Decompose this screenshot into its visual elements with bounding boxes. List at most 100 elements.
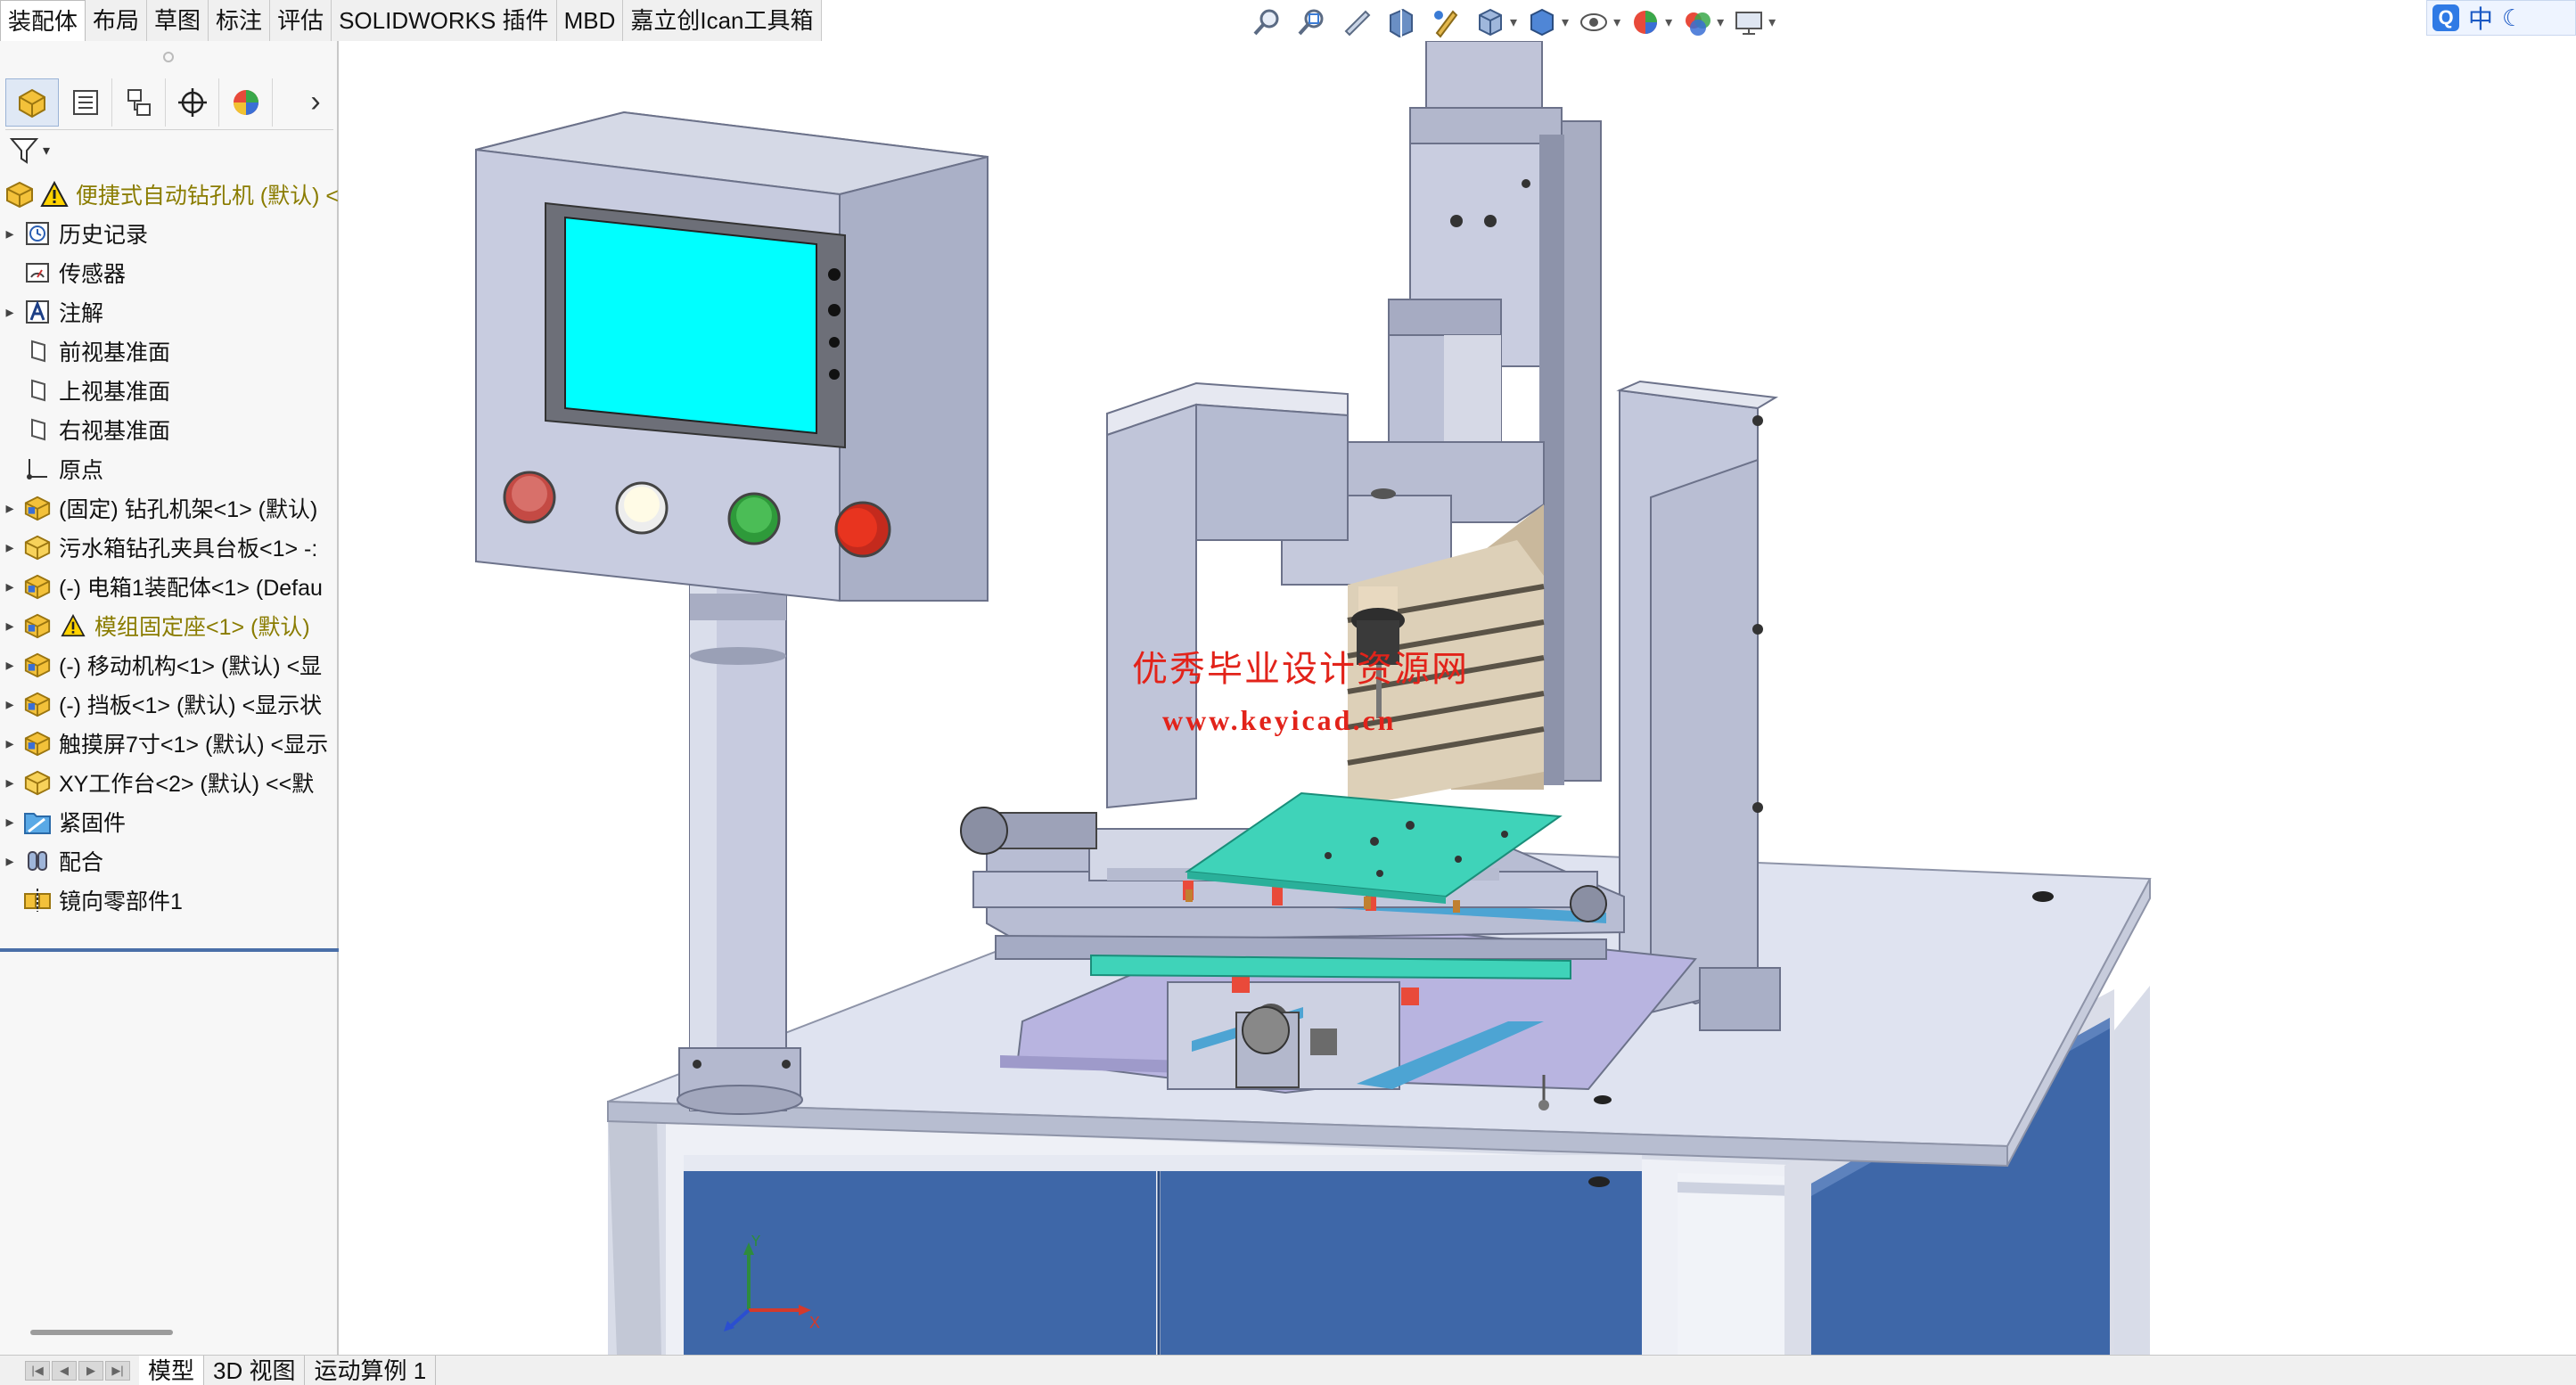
expand-arrow-icon[interactable]: ▸ xyxy=(0,578,20,596)
ime-language[interactable]: 中 xyxy=(2468,0,2493,36)
tab-sketch[interactable]: 草图 xyxy=(147,0,209,41)
expand-arrow-icon[interactable]: ▸ xyxy=(0,774,20,792)
drilling-machine-model[interactable] xyxy=(340,41,2576,1355)
tree-item[interactable]: 传感器 xyxy=(0,253,339,292)
tree-item[interactable]: 前视基准面 xyxy=(0,332,339,371)
ime-mode-icon[interactable]: ☾ xyxy=(2502,4,2523,32)
tree-item[interactable]: ▸ 配合 xyxy=(0,841,339,881)
expand-arrow-icon[interactable]: ▸ xyxy=(0,734,20,753)
expand-arrow-icon[interactable]: ▸ xyxy=(0,303,20,322)
plane-icon xyxy=(20,374,55,406)
tab-mbd[interactable]: MBD xyxy=(557,0,624,41)
tab-model[interactable]: 模型 xyxy=(139,1355,205,1385)
horizontal-scrollbar[interactable] xyxy=(30,1330,173,1335)
view-orientation-icon[interactable] xyxy=(1471,4,1510,41)
touch-screen[interactable] xyxy=(545,201,846,449)
panel-grip-icon[interactable] xyxy=(163,52,174,62)
expand-arrow-icon[interactable]: ▸ xyxy=(0,225,20,243)
previous-view-icon[interactable] xyxy=(1337,4,1376,41)
tab-evaluate[interactable]: 评估 xyxy=(270,0,332,41)
graphics-area[interactable]: 优秀毕业设计资源网 www.keyicad.cn Y X xyxy=(340,41,2576,1355)
tab-motion-study[interactable]: 运动算例 1 xyxy=(305,1355,437,1385)
tree-item[interactable]: ▸ XY工作台<2> (默认) <<默 xyxy=(0,763,339,802)
tree-item-label: 历史记录 xyxy=(59,223,149,248)
subassembly-icon xyxy=(20,688,55,720)
first-tab-icon[interactable]: |◀ xyxy=(25,1360,50,1381)
tab-navigation: |◀ ◀ ▶ ▶| xyxy=(25,1360,130,1381)
tab-toolbox[interactable]: 嘉立创Ican工具箱 xyxy=(623,0,822,41)
tree-item-label: 传感器 xyxy=(59,262,127,287)
control-box[interactable] xyxy=(475,111,989,602)
expand-arrow-icon[interactable]: ▸ xyxy=(0,499,20,518)
zoom-area-icon[interactable] xyxy=(1292,4,1332,41)
feature-manager-tab-icon[interactable] xyxy=(5,78,59,127)
tree-item[interactable]: ▸ 触摸屏7寸<1> (默认) <显示 xyxy=(0,724,339,763)
subassembly-icon xyxy=(20,570,55,602)
expand-arrow-icon[interactable]: ▸ xyxy=(0,538,20,557)
last-tab-icon[interactable]: ▶| xyxy=(105,1360,130,1381)
tab-layout[interactable]: 布局 xyxy=(86,0,148,41)
panel-tabs: › xyxy=(5,75,333,130)
tree-item-label: 注解 xyxy=(59,301,104,326)
tree-item[interactable]: 上视基准面 xyxy=(0,371,339,410)
tree-item[interactable]: ▸ (-) 电箱1装配体<1> (Defau xyxy=(0,567,339,606)
hide-show-icon[interactable] xyxy=(1574,4,1613,41)
expand-arrow-icon[interactable]: ▸ xyxy=(0,695,20,714)
tree-item[interactable]: ▸ 注解 xyxy=(0,292,339,332)
feature-manager-panel: › ▾ 便捷式自动钻孔机 (默认) < ▸ 历史记录传感器 ▸ 注解前视基准面上视基准… xyxy=(0,41,339,1355)
ime-indicator[interactable]: Q 中 ☾ xyxy=(2426,0,2576,36)
chevron-down-icon[interactable]: ▾ xyxy=(1665,13,1672,31)
tree-item[interactable]: ▸ (-) 挡板<1> (默认) <显示状 xyxy=(0,684,339,724)
tab-addins[interactable]: SOLIDWORKS 插件 xyxy=(332,0,557,41)
tree-item-label: 污水箱钻孔夹具台板<1> -: xyxy=(59,537,318,561)
tree-item[interactable]: 原点 xyxy=(0,449,339,488)
history-icon xyxy=(20,217,55,250)
property-manager-tab-icon[interactable] xyxy=(59,78,112,127)
configuration-manager-tab-icon[interactable] xyxy=(112,78,166,127)
expand-arrow-icon[interactable]: ▸ xyxy=(0,617,20,635)
chevron-down-icon[interactable]: ▾ xyxy=(43,142,50,160)
expand-arrow-icon[interactable]: ▸ xyxy=(0,656,20,675)
chevron-down-icon[interactable]: ▾ xyxy=(1510,13,1517,31)
expand-arrow-icon[interactable]: ▸ xyxy=(0,852,20,871)
next-tab-icon[interactable]: ▶ xyxy=(78,1360,103,1381)
tree-item[interactable]: ▸ 模组固定座<1> (默认) xyxy=(0,606,339,645)
prev-tab-icon[interactable]: ◀ xyxy=(52,1360,77,1381)
tree-item[interactable]: ▸ (-) 移动机构<1> (默认) <显 xyxy=(0,645,339,684)
apply-scene-icon[interactable] xyxy=(1678,4,1717,41)
chevron-down-icon[interactable]: ▾ xyxy=(1562,13,1569,31)
chevron-down-icon[interactable]: ▾ xyxy=(1717,13,1724,31)
ime-logo-icon: Q xyxy=(2432,4,2459,31)
display-style-icon[interactable] xyxy=(1522,4,1562,41)
xy-stage[interactable] xyxy=(960,791,1697,1110)
tree-filter[interactable]: ▾ xyxy=(5,130,333,171)
tree-item[interactable]: 右视基准面 xyxy=(0,410,339,449)
tree-item[interactable]: ▸ 历史记录 xyxy=(0,214,339,253)
tree-item[interactable]: ▸ 紧固件 xyxy=(0,802,339,841)
display-manager-tab-icon[interactable] xyxy=(219,78,273,127)
zoom-to-fit-icon[interactable] xyxy=(1248,4,1287,41)
subassembly-icon xyxy=(20,649,55,681)
dimxpert-tab-icon[interactable] xyxy=(166,78,219,127)
chevron-right-icon[interactable]: › xyxy=(298,85,333,119)
section-view-icon[interactable] xyxy=(1382,4,1421,41)
filter-icon[interactable] xyxy=(9,135,39,166)
tab-3d-view[interactable]: 3D 视图 xyxy=(204,1355,306,1385)
view-settings-icon[interactable] xyxy=(1729,4,1768,41)
control-pedestal[interactable] xyxy=(677,575,803,1115)
tab-assembly[interactable]: 装配体 xyxy=(0,0,86,41)
tree-item[interactable]: ▸ 污水箱钻孔夹具台板<1> -: xyxy=(0,528,339,567)
tree-item-label: 上视基准面 xyxy=(59,380,171,405)
chevron-down-icon[interactable]: ▾ xyxy=(1768,13,1776,31)
triad-x-label: X xyxy=(809,1314,820,1332)
tree-item[interactable]: 镜向零部件1 xyxy=(0,881,339,920)
tree-item-label: 镜向零部件1 xyxy=(59,889,183,914)
expand-arrow-icon[interactable]: ▸ xyxy=(0,813,20,832)
tree-root-assembly[interactable]: 便捷式自动钻孔机 (默认) < xyxy=(0,175,339,214)
triad-y-label: Y xyxy=(751,1235,761,1250)
chevron-down-icon[interactable]: ▾ xyxy=(1613,13,1620,31)
edit-appearance-icon[interactable] xyxy=(1626,4,1665,41)
tab-markup[interactable]: 标注 xyxy=(209,0,271,41)
dynamic-annotation-icon[interactable] xyxy=(1426,4,1465,41)
tree-item[interactable]: ▸ (固定) 钻孔机架<1> (默认) xyxy=(0,488,339,528)
